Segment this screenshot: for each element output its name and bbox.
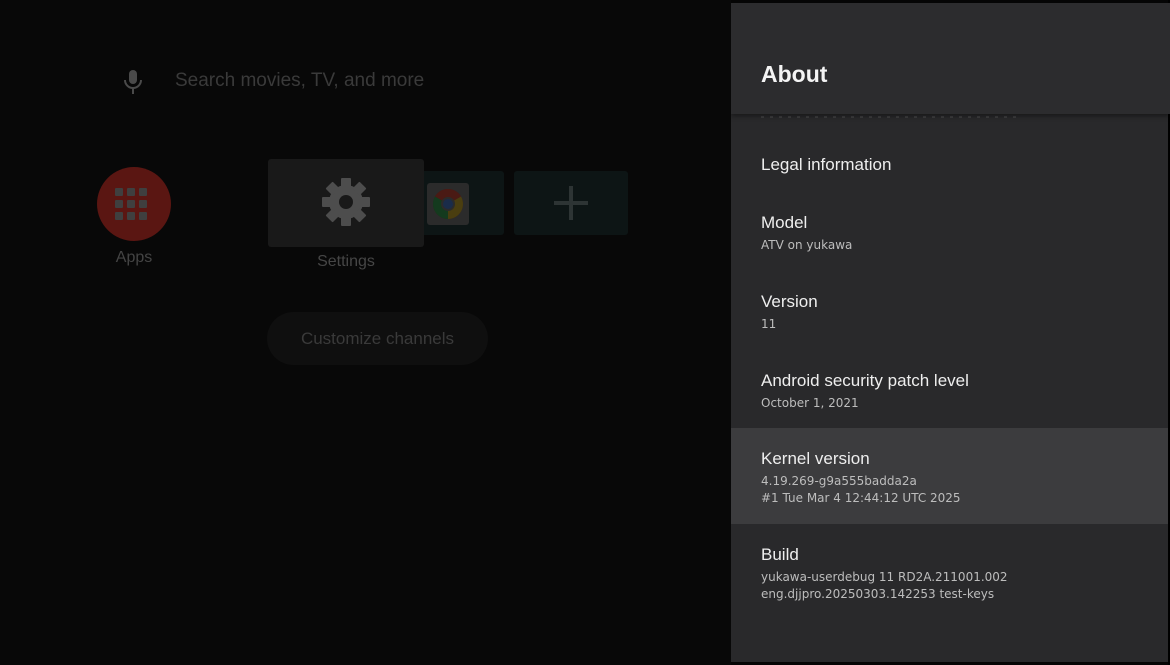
panel-header: About <box>731 3 1170 114</box>
item-title: Kernel version <box>761 449 870 468</box>
item-title: Legal information <box>761 155 892 174</box>
item-title: Version <box>761 292 818 311</box>
item-title: Android security patch level <box>761 371 969 390</box>
about-settings-panel: About Legal information Model ATV on yuk… <box>731 3 1170 662</box>
home-screen-background: Search movies, TV, and more Apps Setting… <box>0 0 731 665</box>
customize-channels-button[interactable]: Customize channels <box>267 312 488 365</box>
plus-icon <box>554 186 588 220</box>
item-subtitle: yukawa-userdebug 11 RD2A.211001.002 eng.… <box>761 570 1008 601</box>
item-subtitle: 11 <box>761 317 777 331</box>
chrome-icon <box>432 188 464 219</box>
scrolled-item-edge <box>761 116 1021 118</box>
kernel-version-item[interactable]: Kernel version 4.19.269-g9a555badda2a #1… <box>731 428 1170 524</box>
gear-icon <box>322 178 370 226</box>
security-patch-item[interactable]: Android security patch level October 1, … <box>731 354 1170 426</box>
item-subtitle: ATV on yukawa <box>761 238 853 252</box>
panel-title: About <box>761 61 828 87</box>
version-item[interactable]: Version 11 <box>731 275 1170 347</box>
apps-label: Apps <box>115 249 153 266</box>
add-app-tile[interactable] <box>514 171 628 235</box>
tv-screen: Search movies, TV, and more Apps Setting… <box>0 0 1170 665</box>
legal-information-item[interactable]: Legal information <box>731 138 1170 190</box>
item-subtitle: October 1, 2021 <box>761 396 859 410</box>
settings-tile[interactable] <box>268 159 424 247</box>
item-subtitle: 4.19.269-g9a555badda2a #1 Tue Mar 4 12:4… <box>761 474 961 505</box>
apps-button[interactable] <box>97 167 171 241</box>
build-item[interactable]: Build yukawa-userdebug 11 RD2A.211001.00… <box>731 528 1170 624</box>
chrome-app-tile[interactable] <box>424 171 504 235</box>
model-item[interactable]: Model ATV on yukawa <box>731 196 1170 268</box>
grid-icon <box>115 188 147 220</box>
item-title: Build <box>761 545 799 564</box>
search-placeholder[interactable]: Search movies, TV, and more <box>175 70 424 92</box>
microphone-icon[interactable] <box>122 68 144 96</box>
settings-label: Settings <box>317 253 375 270</box>
item-title: Model <box>761 213 808 232</box>
